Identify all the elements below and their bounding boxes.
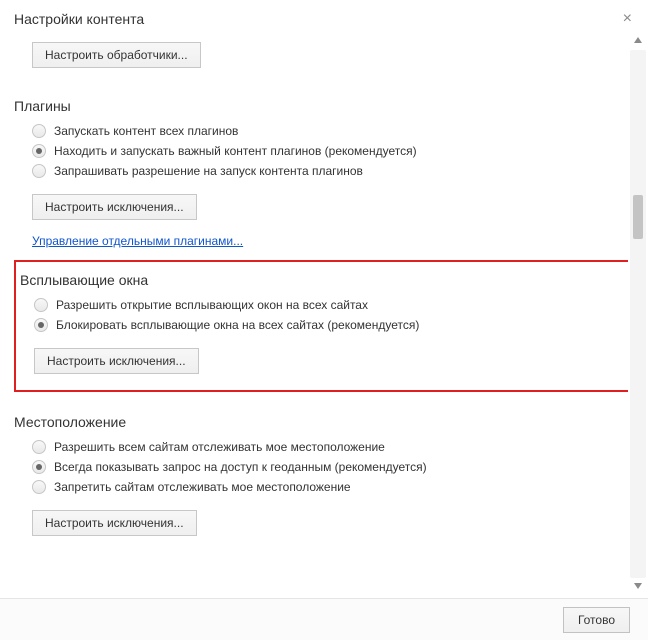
dialog-footer: Готово (0, 598, 648, 640)
location-option-label: Всегда показывать запрос на доступ к гео… (54, 460, 427, 474)
plugins-manage-link[interactable]: Управление отдельными плагинами... (32, 234, 243, 248)
plugins-option-0[interactable]: Запускать контент всех плагинов (32, 124, 628, 138)
scroll-track[interactable] (630, 50, 646, 578)
radio-icon[interactable] (32, 440, 46, 454)
plugins-option-2[interactable]: Запрашивать разрешение на запуск контент… (32, 164, 628, 178)
radio-icon[interactable] (32, 460, 46, 474)
popups-section-title: Всплывающие окна (20, 272, 622, 288)
radio-icon[interactable] (32, 144, 46, 158)
radio-icon[interactable] (34, 318, 48, 332)
popups-option-0[interactable]: Разрешить открытие всплывающих окон на в… (34, 298, 622, 312)
scroll-up-icon[interactable] (630, 32, 646, 48)
plugins-section-title: Плагины (14, 98, 628, 114)
handlers-button[interactable]: Настроить обработчики... (32, 42, 201, 68)
location-option-label: Разрешить всем сайтам отслеживать мое ме… (54, 440, 385, 454)
plugins-option-label: Запускать контент всех плагинов (54, 124, 238, 138)
location-option-0[interactable]: Разрешить всем сайтам отслеживать мое ме… (32, 440, 628, 454)
popups-option-label: Блокировать всплывающие окна на всех сай… (56, 318, 419, 332)
location-option-2[interactable]: Запретить сайтам отслеживать мое местопо… (32, 480, 628, 494)
scroll-thumb[interactable] (633, 195, 643, 239)
dialog-title: Настройки контента (14, 11, 144, 27)
plugins-option-label: Запрашивать разрешение на запуск контент… (54, 164, 363, 178)
done-button[interactable]: Готово (563, 607, 630, 633)
content-region: Настроить обработчики... Плагины Запуска… (0, 30, 628, 598)
popups-highlight: Всплывающие окна Разрешить открытие вспл… (14, 260, 628, 392)
location-option-1[interactable]: Всегда показывать запрос на доступ к гео… (32, 460, 628, 474)
popups-option-1[interactable]: Блокировать всплывающие окна на всех сай… (34, 318, 622, 332)
location-option-label: Запретить сайтам отслеживать мое местопо… (54, 480, 351, 494)
scrollbar[interactable] (628, 30, 648, 598)
popups-exceptions-button[interactable]: Настроить исключения... (34, 348, 199, 374)
location-exceptions-button[interactable]: Настроить исключения... (32, 510, 197, 536)
plugins-exceptions-button[interactable]: Настроить исключения... (32, 194, 197, 220)
location-section-title: Местоположение (14, 414, 628, 430)
radio-icon[interactable] (32, 480, 46, 494)
radio-icon[interactable] (34, 298, 48, 312)
scroll-down-icon[interactable] (630, 578, 646, 594)
plugins-option-label: Находить и запускать важный контент плаг… (54, 144, 417, 158)
plugins-option-1[interactable]: Находить и запускать важный контент плаг… (32, 144, 628, 158)
radio-icon[interactable] (32, 164, 46, 178)
close-icon[interactable]: × (617, 8, 638, 30)
popups-option-label: Разрешить открытие всплывающих окон на в… (56, 298, 368, 312)
radio-icon[interactable] (32, 124, 46, 138)
